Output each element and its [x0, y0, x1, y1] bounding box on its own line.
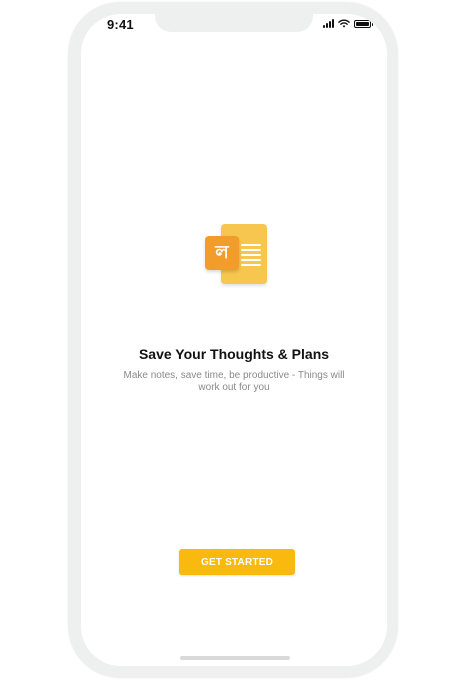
get-started-button[interactable]: GET STARTED	[179, 549, 295, 575]
phone-screen: 9:41 ল Save Your Thoughts & Plans Make n…	[81, 14, 387, 666]
notch	[155, 14, 313, 32]
logo-text-lines	[241, 244, 261, 269]
onboarding-subtext: Make notes, save time, be productive - T…	[123, 370, 345, 393]
home-indicator[interactable]	[180, 656, 290, 660]
status-time: 9:41	[107, 17, 134, 32]
onboarding-headline: Save Your Thoughts & Plans	[138, 346, 330, 362]
battery-icon	[354, 19, 373, 28]
logo-glyph-badge: ল	[205, 236, 239, 270]
notes-app-logo-icon: ল	[203, 222, 269, 286]
page: 9:41 ল Save Your Thoughts & Plans Make n…	[0, 0, 464, 680]
wifi-icon	[338, 19, 350, 28]
status-icons	[323, 19, 373, 28]
cellular-signal-icon	[323, 19, 334, 28]
logo-glyph: ল	[215, 241, 229, 263]
